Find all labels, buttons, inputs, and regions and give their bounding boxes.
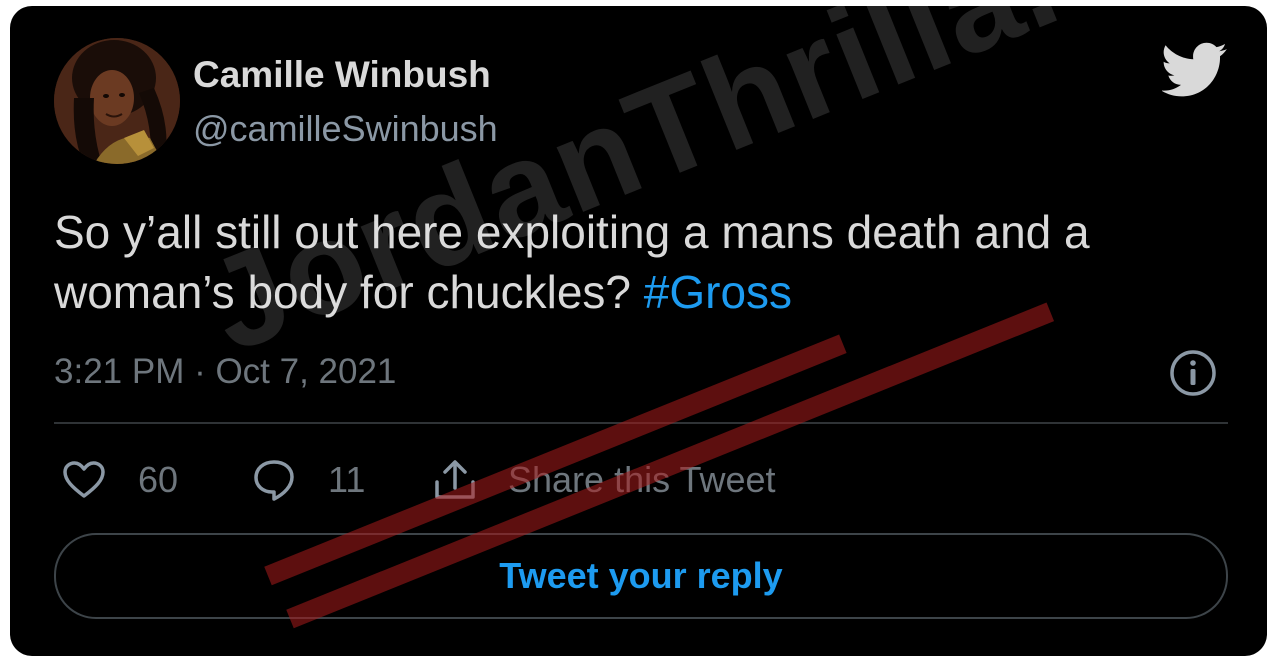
- share-icon: [435, 460, 475, 499]
- share-button[interactable]: Share this Tweet: [432, 454, 776, 506]
- hashtag-link[interactable]: #Gross: [644, 266, 792, 318]
- avatar-photo: [54, 38, 180, 164]
- reply-count: 11: [328, 459, 366, 500]
- info-icon[interactable]: [1168, 348, 1218, 398]
- like-button[interactable]: 60: [62, 454, 178, 506]
- divider: [54, 422, 1228, 424]
- share-label: Share this Tweet: [508, 459, 776, 500]
- author-name[interactable]: Camille Winbush: [193, 54, 491, 96]
- author-handle[interactable]: @camilleSwinbush: [193, 108, 498, 150]
- avatar[interactable]: [54, 38, 180, 164]
- tweet-card: Camille Winbush @camilleSwinbush So y’al…: [10, 6, 1267, 656]
- tweet-your-reply-button[interactable]: Tweet your reply: [54, 533, 1228, 619]
- twitter-bird-icon[interactable]: [1160, 42, 1228, 98]
- like-count: 60: [138, 459, 179, 500]
- reply-bubble-icon: [254, 460, 294, 501]
- tweet-timestamp[interactable]: 3:21 PM · Oct 7, 2021: [54, 352, 396, 392]
- heart-icon: [63, 461, 105, 498]
- tweet-body: So y’all still out here exploiting a man…: [54, 206, 1090, 318]
- tweet-text: So y’all still out here exploiting a man…: [54, 202, 1234, 322]
- reply-button[interactable]: 11: [252, 454, 365, 506]
